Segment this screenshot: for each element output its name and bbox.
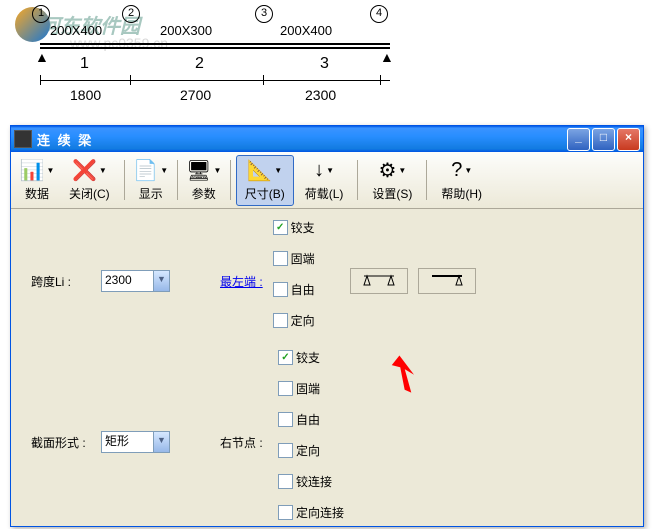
checkbox-icon[interactable] [278, 443, 293, 458]
dimension-line [40, 80, 390, 81]
tool-label: 数据 [25, 185, 49, 202]
close-button[interactable]: × [617, 128, 640, 151]
section-input[interactable]: 矩形▼ [101, 431, 170, 453]
tool-icon: ⚙▼ [380, 159, 404, 183]
node-4: 4 [370, 5, 388, 23]
option-label: 定向连接 [296, 504, 344, 521]
option-label: 铰支 [291, 219, 315, 236]
checkbox-icon[interactable] [273, 282, 288, 297]
left-end-link[interactable]: 最左端 : [220, 273, 263, 290]
span-li-input[interactable]: 2300▼ [101, 270, 170, 292]
span-len-3: 2300 [305, 87, 336, 103]
toolbar-[interactable]: 📄▼ 显示 [130, 155, 172, 206]
window-title: 连 续 梁 [37, 130, 567, 149]
span-num-2: 2 [195, 55, 204, 73]
toolbar: 📊▼ 数据 ❌▼ 关闭(C) 📄▼ 显示 🖥▼ 参数 📐▼ 尺寸(B) ↓▼ 荷载(L) ⚙▼ 设置(S)… [11, 152, 643, 209]
support-left: ▲ [35, 49, 47, 61]
support-icon-2[interactable] [418, 268, 476, 294]
toolbar-H[interactable]: ?▼ 帮助(H) [432, 155, 491, 206]
option-固端[interactable]: 固端 [273, 250, 315, 267]
tool-label: 帮助(H) [441, 185, 482, 202]
right-node-label: 右节点 : [220, 434, 268, 451]
option-自由[interactable]: 自由 [278, 411, 344, 428]
toolbar-C[interactable]: ❌▼ 关闭(C) [60, 155, 119, 206]
titlebar[interactable]: 连 续 梁 _ □ × [11, 126, 643, 152]
section-label: 截面形式 : [31, 434, 91, 451]
option-定向连接[interactable]: 定向连接 [278, 504, 344, 521]
tool-icon: 📊▼ [25, 159, 49, 183]
support-right: ▲ [380, 49, 392, 61]
support-icon-1[interactable] [350, 268, 408, 294]
beam-diagram: 河东软件园 www.pc0359.cn 1 2 3 4 200X400 200X… [10, 5, 653, 105]
form-panel: 跨度Li : 2300▼ 最左端 : ✓铰支固端自由定向 截面形式 : 矩形▼ … [11, 209, 643, 529]
span-num-3: 3 [320, 55, 329, 73]
separator [124, 160, 125, 200]
checkbox-icon[interactable] [273, 251, 288, 266]
section-2: 200X300 [160, 23, 212, 38]
checkbox-icon[interactable] [273, 313, 288, 328]
section-1: 200X400 [50, 23, 102, 38]
tool-label: 关闭(C) [69, 185, 110, 202]
span-li-label: 跨度Li : [31, 273, 91, 290]
option-label: 铰支 [296, 349, 320, 366]
option-label: 铰连接 [296, 473, 332, 490]
option-label: 自由 [291, 281, 315, 298]
separator [230, 160, 231, 200]
section-3: 200X400 [280, 23, 332, 38]
beam-bot-line [40, 47, 390, 49]
checkbox-icon[interactable] [278, 505, 293, 520]
tool-icon: 📄▼ [139, 159, 163, 183]
option-label: 固端 [291, 250, 315, 267]
option-铰支[interactable]: ✓铰支 [273, 219, 315, 236]
checkbox-icon[interactable] [278, 381, 293, 396]
tool-label: 显示 [139, 185, 163, 202]
toolbar-L[interactable]: ↓▼ 荷载(L) [296, 155, 353, 206]
checkbox-icon[interactable]: ✓ [278, 350, 293, 365]
beam-top-line [40, 43, 390, 45]
tool-icon: 📐▼ [253, 159, 277, 183]
toolbar-[interactable]: 📊▼ 数据 [16, 155, 58, 206]
separator [426, 160, 427, 200]
span-len-1: 1800 [70, 87, 101, 103]
option-label: 固端 [296, 380, 320, 397]
minimize-button[interactable]: _ [567, 128, 590, 151]
tool-icon: ↓▼ [312, 159, 336, 183]
option-自由[interactable]: 自由 [273, 281, 315, 298]
option-label: 定向 [291, 312, 315, 329]
maximize-button[interactable]: □ [592, 128, 615, 151]
tool-icon: 🖥▼ [192, 159, 216, 183]
separator [177, 160, 178, 200]
option-定向[interactable]: 定向 [278, 442, 344, 459]
option-定向[interactable]: 定向 [273, 312, 315, 329]
dropdown-icon[interactable]: ▼ [153, 432, 169, 452]
option-label: 自由 [296, 411, 320, 428]
node-2: 2 [122, 5, 140, 23]
tool-label: 尺寸(B) [245, 185, 285, 202]
toolbar-[interactable]: 🖥▼ 参数 [183, 155, 225, 206]
tool-label: 参数 [192, 185, 216, 202]
toolbar-S[interactable]: ⚙▼ 设置(S) [363, 155, 421, 206]
checkbox-icon[interactable] [278, 474, 293, 489]
span-len-2: 2700 [180, 87, 211, 103]
toolbar-B[interactable]: 📐▼ 尺寸(B) [236, 155, 294, 206]
node-1: 1 [32, 5, 50, 23]
span-num-1: 1 [80, 55, 89, 73]
separator [357, 160, 358, 200]
option-铰连接[interactable]: 铰连接 [278, 473, 344, 490]
checkbox-icon[interactable] [278, 412, 293, 427]
app-icon [14, 130, 32, 148]
tool-icon: ?▼ [450, 159, 474, 183]
app-window: 连 续 梁 _ □ × 📊▼ 数据 ❌▼ 关闭(C) 📄▼ 显示 🖥▼ 参数 📐▼ 尺寸(B) ↓▼… [10, 125, 644, 527]
node-3: 3 [255, 5, 273, 23]
tool-label: 荷载(L) [305, 185, 344, 202]
option-固端[interactable]: 固端 [278, 380, 344, 397]
option-铰支[interactable]: ✓铰支 [278, 349, 344, 366]
tool-icon: ❌▼ [77, 159, 101, 183]
option-label: 定向 [296, 442, 320, 459]
checkbox-icon[interactable]: ✓ [273, 220, 288, 235]
tool-label: 设置(S) [372, 185, 412, 202]
dropdown-icon[interactable]: ▼ [153, 271, 169, 291]
